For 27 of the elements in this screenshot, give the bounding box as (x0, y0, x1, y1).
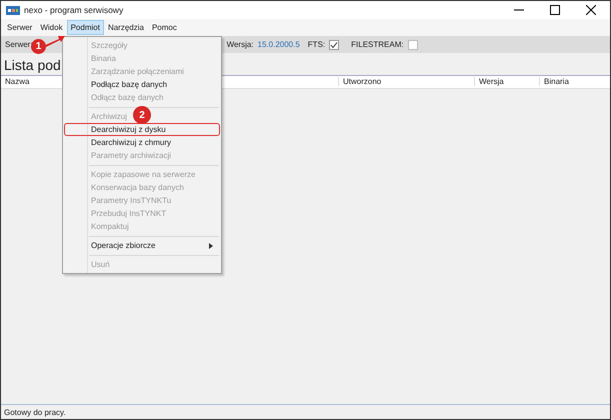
menu-item[interactable]: Pomoc (148, 20, 181, 35)
maximize-icon[interactable] (550, 5, 560, 15)
column-header[interactable]: Nazwa (1, 77, 30, 86)
version-value: 15.0.2000.5 (258, 40, 300, 49)
fts-checkbox[interactable] (329, 40, 340, 50)
menu-option[interactable]: Dearchiwizuj z dysku (64, 123, 220, 136)
menu-option[interactable]: Operacje zbiorcze (64, 239, 220, 252)
menu-item[interactable]: Narzędzia (104, 20, 148, 35)
version-label: Wersja: (226, 40, 254, 49)
app-logo-icon (6, 6, 20, 14)
column-header[interactable]: Utworzono (338, 77, 382, 86)
menu-option[interactable]: Podłącz bazę danych (64, 78, 174, 91)
page-heading: Lista pod (3, 56, 62, 75)
status-text: Gotowy do pracy. (4, 408, 66, 416)
filestream-label: FILESTREAM: (351, 40, 404, 49)
menu-item[interactable]: Widok (36, 20, 67, 35)
close-icon[interactable] (586, 5, 596, 15)
window-title: nexo - program serwisowy (24, 5, 124, 15)
filestream-checkbox[interactable] (408, 40, 418, 50)
submenu-arrow-icon (209, 242, 213, 248)
menu-item[interactable]: Podmiot (66, 20, 104, 35)
column-header[interactable]: Wersja (474, 77, 504, 86)
server-label: Serwer: (5, 40, 33, 49)
fts-label: FTS: (308, 40, 326, 49)
menu-option[interactable]: Dearchiwizuj z chmury (64, 136, 178, 149)
column-header[interactable]: Binaria (539, 77, 569, 86)
menu-item[interactable]: Serwer (3, 20, 36, 35)
